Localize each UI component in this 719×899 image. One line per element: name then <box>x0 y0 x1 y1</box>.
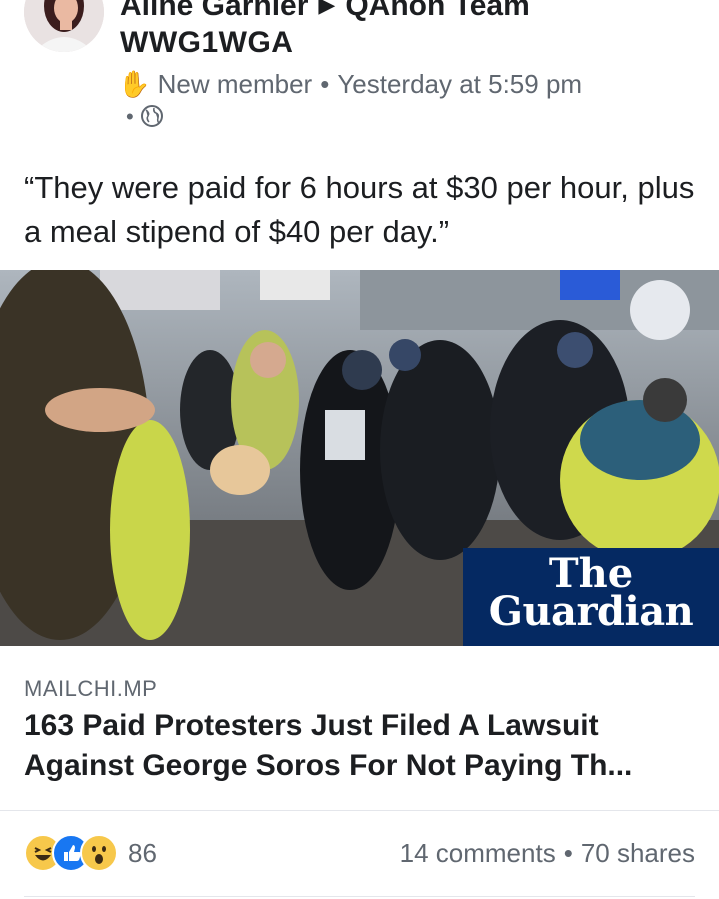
separator-dot: • <box>320 69 330 99</box>
group-name-link[interactable]: QAnon Team <box>345 0 529 22</box>
link-headline[interactable]: 163 Paid Protesters Just Filed A Lawsuit… <box>24 706 704 786</box>
post-header: Aline Garnier ▶ QAnon Team WWG1WGA ✋ New m… <box>0 0 719 130</box>
author-avatar[interactable] <box>24 0 104 52</box>
post-timestamp[interactable]: Yesterday at 5:59 pm <box>337 69 582 99</box>
separator-dot: • <box>126 104 134 129</box>
globe-icon[interactable] <box>140 104 164 134</box>
engagement-stats: 14 comments • 70 shares <box>400 838 695 869</box>
post-message: “They were paid for 6 hours at $30 per h… <box>24 170 695 249</box>
author-name-link[interactable]: Aline Garnier <box>120 0 308 22</box>
post-author-line: Aline Garnier ▶ QAnon Team <box>120 0 530 23</box>
separator-dot: • <box>563 838 573 868</box>
post-meta: ✋ New member • Yesterday at 5:59 pm <box>118 68 582 100</box>
link-domain: MAILCHI.MP <box>24 676 158 701</box>
guardian-watermark: The Guardian <box>463 548 719 646</box>
reaction-count: 86 <box>128 838 157 868</box>
member-badge: New member <box>157 69 313 99</box>
link-preview-card[interactable]: MAILCHI.MP 163 Paid Protesters Just File… <box>0 646 719 811</box>
arrow-right-icon: ▶ <box>318 0 336 17</box>
waving-hand-icon: ✋ <box>118 69 151 99</box>
wow-icon <box>80 834 118 872</box>
group-subtitle: WWG1WGA <box>120 26 294 59</box>
shares-link[interactable]: 70 shares <box>581 838 695 868</box>
comments-link[interactable]: 14 comments <box>400 838 556 868</box>
divider <box>24 896 695 897</box>
privacy-indicator: • <box>126 104 164 134</box>
watermark-line-2: Guardian <box>488 588 694 635</box>
